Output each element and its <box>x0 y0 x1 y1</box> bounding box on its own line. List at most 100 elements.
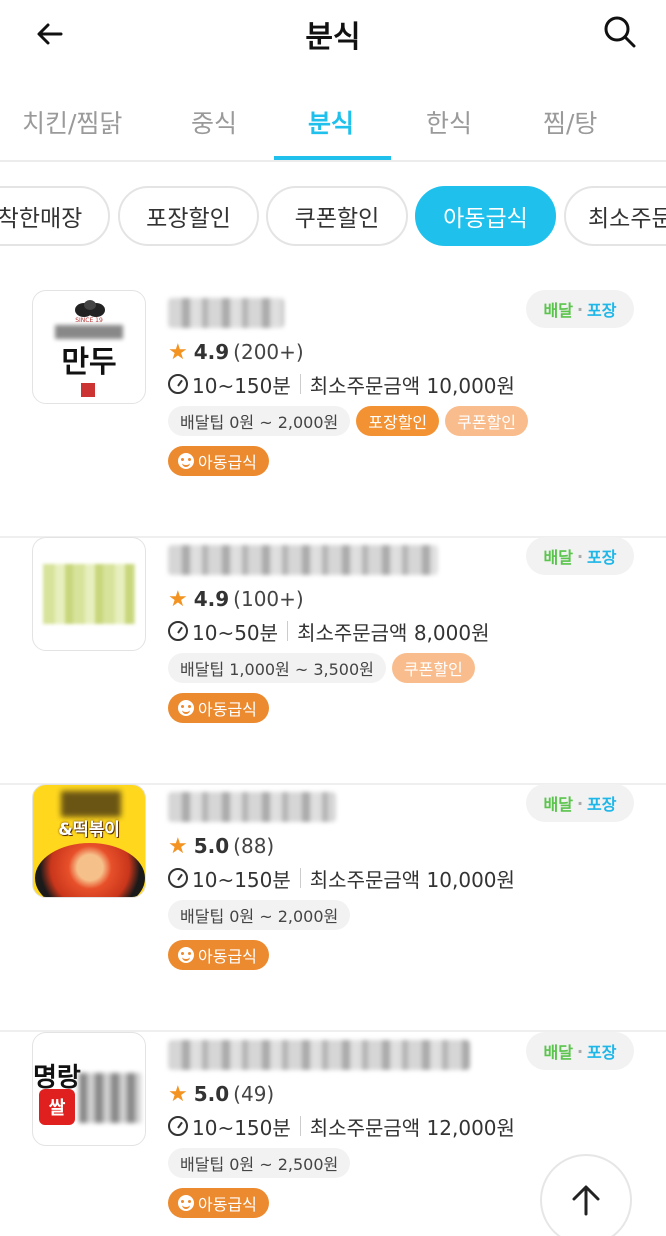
rating-value: 4.9 <box>193 587 230 611</box>
rating-row: ★ 4.9 (200+) <box>168 337 304 367</box>
rating-value: 5.0 <box>193 834 230 858</box>
badge-dot: · <box>576 546 584 566</box>
delivery-pickup-badge: 배달 · 포장 <box>526 290 634 328</box>
logo-text: &떡볶이 <box>58 820 120 840</box>
badge-dot: · <box>576 793 584 813</box>
store-logo: &떡볶이 <box>32 784 146 898</box>
arrow-up-icon <box>572 1185 600 1216</box>
rating-value: 4.9 <box>193 340 230 364</box>
kids-meal-tag: 아동급식 <box>168 693 269 723</box>
blurred-logo <box>43 564 135 624</box>
info-row: 10~150분 최소주문금액 10,000원 <box>168 862 515 894</box>
tteokbokki-image <box>35 843 145 897</box>
search-button[interactable] <box>600 12 640 52</box>
filter-chip-min-order[interactable]: 최소주문 <box>564 186 666 246</box>
star-icon: ★ <box>168 1081 188 1107</box>
dumpling-icon <box>75 300 105 317</box>
delivery-time: 10~150분 <box>192 867 291 892</box>
tab-korean[interactable]: 한식 <box>426 104 472 140</box>
delivery-pickup-badge: 배달 · 포장 <box>526 784 634 822</box>
info-row: 10~150분 최소주문금액 12,000원 <box>168 1110 515 1142</box>
badge-dot: · <box>576 1041 584 1061</box>
divider <box>299 374 301 394</box>
tags-row: 배달팁 0원 ~ 2,500원 <box>168 1148 351 1178</box>
delivery-time: 10~150분 <box>192 373 291 398</box>
badge-dot: · <box>576 299 584 319</box>
divider <box>299 868 301 888</box>
kids-meal-label: 아동급식 <box>198 947 257 966</box>
blurred-logo-text <box>61 791 121 817</box>
kids-meal-tag: 아동급식 <box>168 446 269 476</box>
kids-meal-label: 아동급식 <box>198 453 257 472</box>
category-tabs: 치킨/찜닭 중식 분식 한식 찜/탕 <box>0 92 666 162</box>
pickup-label: 포장 <box>587 1043 617 1062</box>
kids-meal-label: 아동급식 <box>198 1195 257 1214</box>
delivery-tip-tag: 배달팁 1,000원 ~ 3,500원 <box>168 653 386 683</box>
divider <box>299 1116 301 1136</box>
logo-sub-text: 쌀 <box>39 1089 75 1125</box>
clock-icon <box>168 868 188 888</box>
tags-row: 배달팁 0원 ~ 2,000원 포장할인 쿠폰할인 <box>168 406 529 436</box>
rating-value: 5.0 <box>193 1082 230 1106</box>
min-order: 최소주문금액 10,000원 <box>309 373 515 398</box>
star-icon: ★ <box>168 339 188 365</box>
rating-row: ★ 5.0 (88) <box>168 831 274 861</box>
coupon-discount-tag: 쿠폰할인 <box>445 406 529 436</box>
smiley-icon <box>178 700 194 716</box>
divider <box>287 621 289 641</box>
info-row: 10~50분 최소주문금액 8,000원 <box>168 615 489 647</box>
coupon-discount-tag: 쿠폰할인 <box>391 653 475 683</box>
tab-chicken[interactable]: 치킨/찜닭 <box>22 104 122 140</box>
logo-stamp <box>81 383 95 397</box>
smiley-icon <box>178 453 194 469</box>
delivery-time: 10~150분 <box>192 1115 291 1140</box>
store-name-blurred <box>168 1040 470 1070</box>
logo-since-text: SINCE 19 <box>75 317 103 324</box>
search-icon <box>604 16 636 48</box>
store-name-blurred <box>168 545 438 575</box>
top-app-bar: 분식 <box>0 0 666 70</box>
store-list-item[interactable]: 배달 · 포장 ★ 4.9 (100+) 10~50분 최소주문금액 8,000… <box>0 537 666 785</box>
smiley-icon <box>178 947 194 963</box>
rating-row: ★ 4.9 (100+) <box>168 584 304 614</box>
store-list-item[interactable]: SINCE 19 만두 배달 · 포장 ★ 4.9 (200+) 10~150분… <box>0 290 666 538</box>
filter-chip-good-store[interactable]: 착한매장 <box>0 186 110 246</box>
logo-text: 만두 <box>61 345 117 380</box>
tags-row: 배달팁 0원 ~ 2,000원 <box>168 900 351 930</box>
review-count: (200+) <box>233 340 304 364</box>
kids-meal-tag: 아동급식 <box>168 940 269 970</box>
delivery-tip-tag: 배달팁 0원 ~ 2,500원 <box>168 1148 351 1178</box>
tab-stew[interactable]: 찜/탕 <box>543 104 597 140</box>
tab-chinese[interactable]: 중식 <box>191 104 237 140</box>
delivery-label: 배달 <box>543 795 573 814</box>
delivery-tip-tag: 배달팁 0원 ~ 2,000원 <box>168 406 351 436</box>
pickup-discount-tag: 포장할인 <box>356 406 440 436</box>
min-order: 최소주문금액 10,000원 <box>309 867 515 892</box>
store-logo: SINCE 19 만두 <box>32 290 146 404</box>
pickup-label: 포장 <box>587 301 617 320</box>
review-count: (100+) <box>233 587 304 611</box>
tags-row: 배달팁 1,000원 ~ 3,500원 쿠폰할인 <box>168 653 475 683</box>
min-order: 최소주문금액 8,000원 <box>297 620 490 645</box>
star-icon: ★ <box>168 833 188 859</box>
store-logo <box>32 537 146 651</box>
clock-icon <box>168 621 188 641</box>
delivery-pickup-badge: 배달 · 포장 <box>526 537 634 575</box>
min-order: 최소주문금액 12,000원 <box>309 1115 515 1140</box>
filter-chip-pickup-discount[interactable]: 포장할인 <box>118 186 259 246</box>
review-count: (49) <box>233 1082 275 1106</box>
delivery-label: 배달 <box>543 1043 573 1062</box>
tab-bunsik[interactable]: 분식 <box>308 104 354 140</box>
clock-icon <box>168 1116 188 1136</box>
store-logo: 명랑 쌀 <box>32 1032 146 1146</box>
filter-chip-kids-meal[interactable]: 아동급식 <box>415 186 556 246</box>
store-list-item[interactable]: &떡볶이 배달 · 포장 ★ 5.0 (88) 10~150분 최소주문금액 1… <box>0 784 666 1032</box>
filter-chips: 착한매장 포장할인 쿠폰할인 아동급식 최소주문 <box>0 186 666 248</box>
kids-meal-tag: 아동급식 <box>168 1188 269 1218</box>
scroll-to-top-button[interactable] <box>540 1154 632 1236</box>
store-name-blurred <box>168 792 336 822</box>
page-title: 분식 <box>305 20 361 55</box>
star-icon: ★ <box>168 586 188 612</box>
filter-chip-coupon-discount[interactable]: 쿠폰할인 <box>266 186 408 246</box>
info-row: 10~150분 최소주문금액 10,000원 <box>168 368 515 400</box>
